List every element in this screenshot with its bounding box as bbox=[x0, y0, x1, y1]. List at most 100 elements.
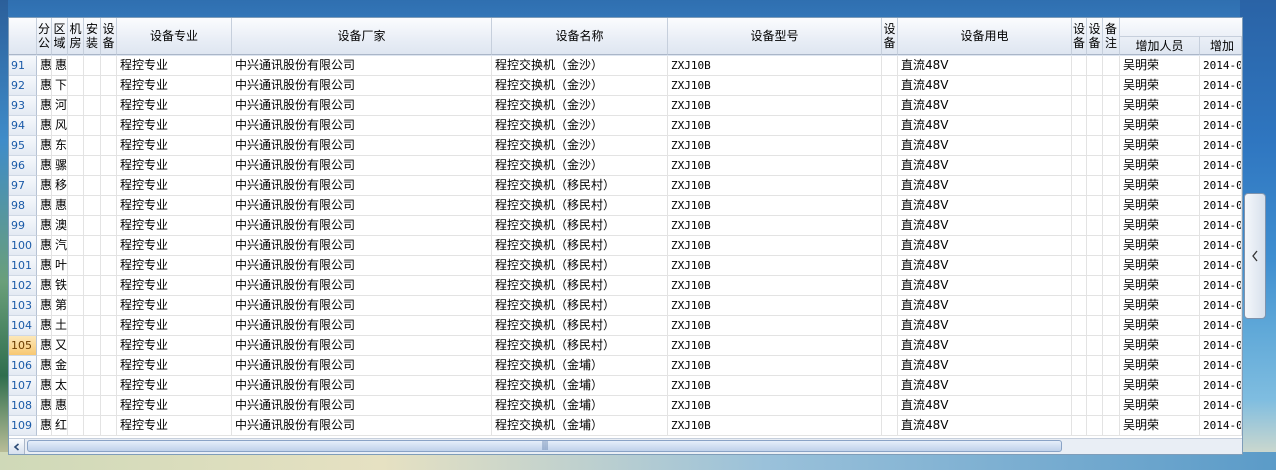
cell-dev2[interactable] bbox=[882, 276, 898, 296]
cell-device-name[interactable]: 程控交换机（金埔） bbox=[492, 356, 668, 376]
cell-branch[interactable]: 惠 bbox=[37, 96, 52, 116]
table-row[interactable]: 104 惠土 程控专业 中兴通讯股份有限公司 程控交换机（移民村） ZXJ10B 直流48V… bbox=[9, 316, 1242, 336]
cell-adder[interactable]: 吴明荣 bbox=[1120, 396, 1200, 416]
cell-room[interactable] bbox=[68, 136, 84, 156]
cell-dev4[interactable] bbox=[1087, 276, 1103, 296]
cell-note[interactable] bbox=[1103, 296, 1120, 316]
cell-room[interactable] bbox=[68, 116, 84, 136]
table-row[interactable]: 95 惠东 程控专业 中兴通讯股份有限公司 程控交换机（金沙） ZXJ10B 直流48V 吴明… bbox=[9, 136, 1242, 156]
cell-added-date[interactable]: 2014-03 bbox=[1200, 216, 1242, 236]
cell-branch[interactable]: 惠 bbox=[37, 56, 52, 76]
cell-install[interactable] bbox=[84, 416, 101, 436]
cell-branch[interactable]: 惠 bbox=[37, 116, 52, 136]
row-number[interactable]: 96 bbox=[9, 156, 37, 176]
cell-model[interactable]: ZXJ10B bbox=[668, 296, 882, 316]
cell-adder[interactable]: 吴明荣 bbox=[1120, 316, 1200, 336]
header-corner[interactable] bbox=[9, 18, 37, 55]
cell-adder[interactable]: 吴明荣 bbox=[1120, 156, 1200, 176]
cell-dev3[interactable] bbox=[1072, 136, 1087, 156]
cell-dev3[interactable] bbox=[1072, 376, 1087, 396]
cell-vendor[interactable]: 中兴通讯股份有限公司 bbox=[232, 336, 492, 356]
cell-dev2[interactable] bbox=[882, 356, 898, 376]
cell-dev3[interactable] bbox=[1072, 96, 1087, 116]
cell-install[interactable] bbox=[84, 316, 101, 336]
cell-install[interactable] bbox=[84, 336, 101, 356]
cell-dev2[interactable] bbox=[882, 256, 898, 276]
cell-dev3[interactable] bbox=[1072, 396, 1087, 416]
cell-specialty[interactable]: 程控专业 bbox=[117, 176, 232, 196]
row-number[interactable]: 101 bbox=[9, 256, 37, 276]
cell-added-date[interactable]: 2014-03 bbox=[1200, 236, 1242, 256]
cell-vendor[interactable]: 中兴通讯股份有限公司 bbox=[232, 416, 492, 436]
cell-specialty[interactable]: 程控专业 bbox=[117, 296, 232, 316]
cell-device[interactable] bbox=[101, 136, 117, 156]
cell-dev4[interactable] bbox=[1087, 416, 1103, 436]
cell-device[interactable] bbox=[101, 156, 117, 176]
cell-install[interactable] bbox=[84, 96, 101, 116]
cell-dev4[interactable] bbox=[1087, 116, 1103, 136]
cell-dev3[interactable] bbox=[1072, 176, 1087, 196]
cell-dev2[interactable] bbox=[882, 196, 898, 216]
cell-device[interactable] bbox=[101, 316, 117, 336]
cell-device-name[interactable]: 程控交换机（移民村） bbox=[492, 196, 668, 216]
cell-room[interactable] bbox=[68, 276, 84, 296]
cell-adder[interactable]: 吴明荣 bbox=[1120, 176, 1200, 196]
cell-device-name[interactable]: 程控交换机（移民村） bbox=[492, 256, 668, 276]
cell-branch[interactable]: 惠 bbox=[37, 416, 52, 436]
table-row[interactable]: 99 惠澳 程控专业 中兴通讯股份有限公司 程控交换机（移民村） ZXJ10B 直流48V 吴… bbox=[9, 216, 1242, 236]
cell-device[interactable] bbox=[101, 236, 117, 256]
cell-adder[interactable]: 吴明荣 bbox=[1120, 276, 1200, 296]
cell-area[interactable]: 风 bbox=[52, 116, 68, 136]
cell-branch[interactable]: 惠 bbox=[37, 176, 52, 196]
cell-specialty[interactable]: 程控专业 bbox=[117, 76, 232, 96]
cell-model[interactable]: ZXJ10B bbox=[668, 396, 882, 416]
cell-device[interactable] bbox=[101, 416, 117, 436]
cell-dev2[interactable] bbox=[882, 176, 898, 196]
cell-added-date[interactable]: 2014-03 bbox=[1200, 256, 1242, 276]
cell-added-date[interactable]: 2014-03 bbox=[1200, 56, 1242, 76]
table-row[interactable]: 97 惠移 程控专业 中兴通讯股份有限公司 程控交换机（移民村） ZXJ10B 直流48V 吴… bbox=[9, 176, 1242, 196]
cell-vendor[interactable]: 中兴通讯股份有限公司 bbox=[232, 76, 492, 96]
row-number[interactable]: 102 bbox=[9, 276, 37, 296]
horizontal-scrollbar[interactable]: ||| bbox=[9, 438, 1242, 454]
cell-note[interactable] bbox=[1103, 96, 1120, 116]
cell-dev4[interactable] bbox=[1087, 56, 1103, 76]
cell-branch[interactable]: 惠 bbox=[37, 356, 52, 376]
cell-model[interactable]: ZXJ10B bbox=[668, 156, 882, 176]
cell-added-date[interactable]: 2014-03 bbox=[1200, 96, 1242, 116]
cell-power[interactable]: 直流48V bbox=[898, 356, 1072, 376]
cell-note[interactable] bbox=[1103, 136, 1120, 156]
cell-dev3[interactable] bbox=[1072, 76, 1087, 96]
cell-dev4[interactable] bbox=[1087, 396, 1103, 416]
cell-dev2[interactable] bbox=[882, 396, 898, 416]
cell-specialty[interactable]: 程控专业 bbox=[117, 356, 232, 376]
cell-dev2[interactable] bbox=[882, 136, 898, 156]
cell-dev4[interactable] bbox=[1087, 356, 1103, 376]
cell-vendor[interactable]: 中兴通讯股份有限公司 bbox=[232, 256, 492, 276]
header-dev4[interactable]: 设备 bbox=[1087, 18, 1103, 55]
cell-vendor[interactable]: 中兴通讯股份有限公司 bbox=[232, 276, 492, 296]
cell-note[interactable] bbox=[1103, 236, 1120, 256]
cell-model[interactable]: ZXJ10B bbox=[668, 116, 882, 136]
cell-dev3[interactable] bbox=[1072, 356, 1087, 376]
cell-power[interactable]: 直流48V bbox=[898, 56, 1072, 76]
cell-area[interactable]: 太 bbox=[52, 376, 68, 396]
cell-device-name[interactable]: 程控交换机（移民村） bbox=[492, 336, 668, 356]
cell-model[interactable]: ZXJ10B bbox=[668, 356, 882, 376]
cell-device-name[interactable]: 程控交换机（移民村） bbox=[492, 236, 668, 256]
cell-device-name[interactable]: 程控交换机（金沙） bbox=[492, 136, 668, 156]
row-number[interactable]: 94 bbox=[9, 116, 37, 136]
cell-model[interactable]: ZXJ10B bbox=[668, 416, 882, 436]
cell-adder[interactable]: 吴明荣 bbox=[1120, 296, 1200, 316]
cell-dev3[interactable] bbox=[1072, 256, 1087, 276]
cell-device[interactable] bbox=[101, 96, 117, 116]
cell-room[interactable] bbox=[68, 396, 84, 416]
cell-area[interactable]: 惠 bbox=[52, 56, 68, 76]
cell-dev4[interactable] bbox=[1087, 296, 1103, 316]
cell-install[interactable] bbox=[84, 216, 101, 236]
row-number[interactable]: 97 bbox=[9, 176, 37, 196]
cell-adder[interactable]: 吴明荣 bbox=[1120, 356, 1200, 376]
cell-dev3[interactable] bbox=[1072, 296, 1087, 316]
cell-area[interactable]: 第 bbox=[52, 296, 68, 316]
cell-area[interactable]: 红 bbox=[52, 416, 68, 436]
